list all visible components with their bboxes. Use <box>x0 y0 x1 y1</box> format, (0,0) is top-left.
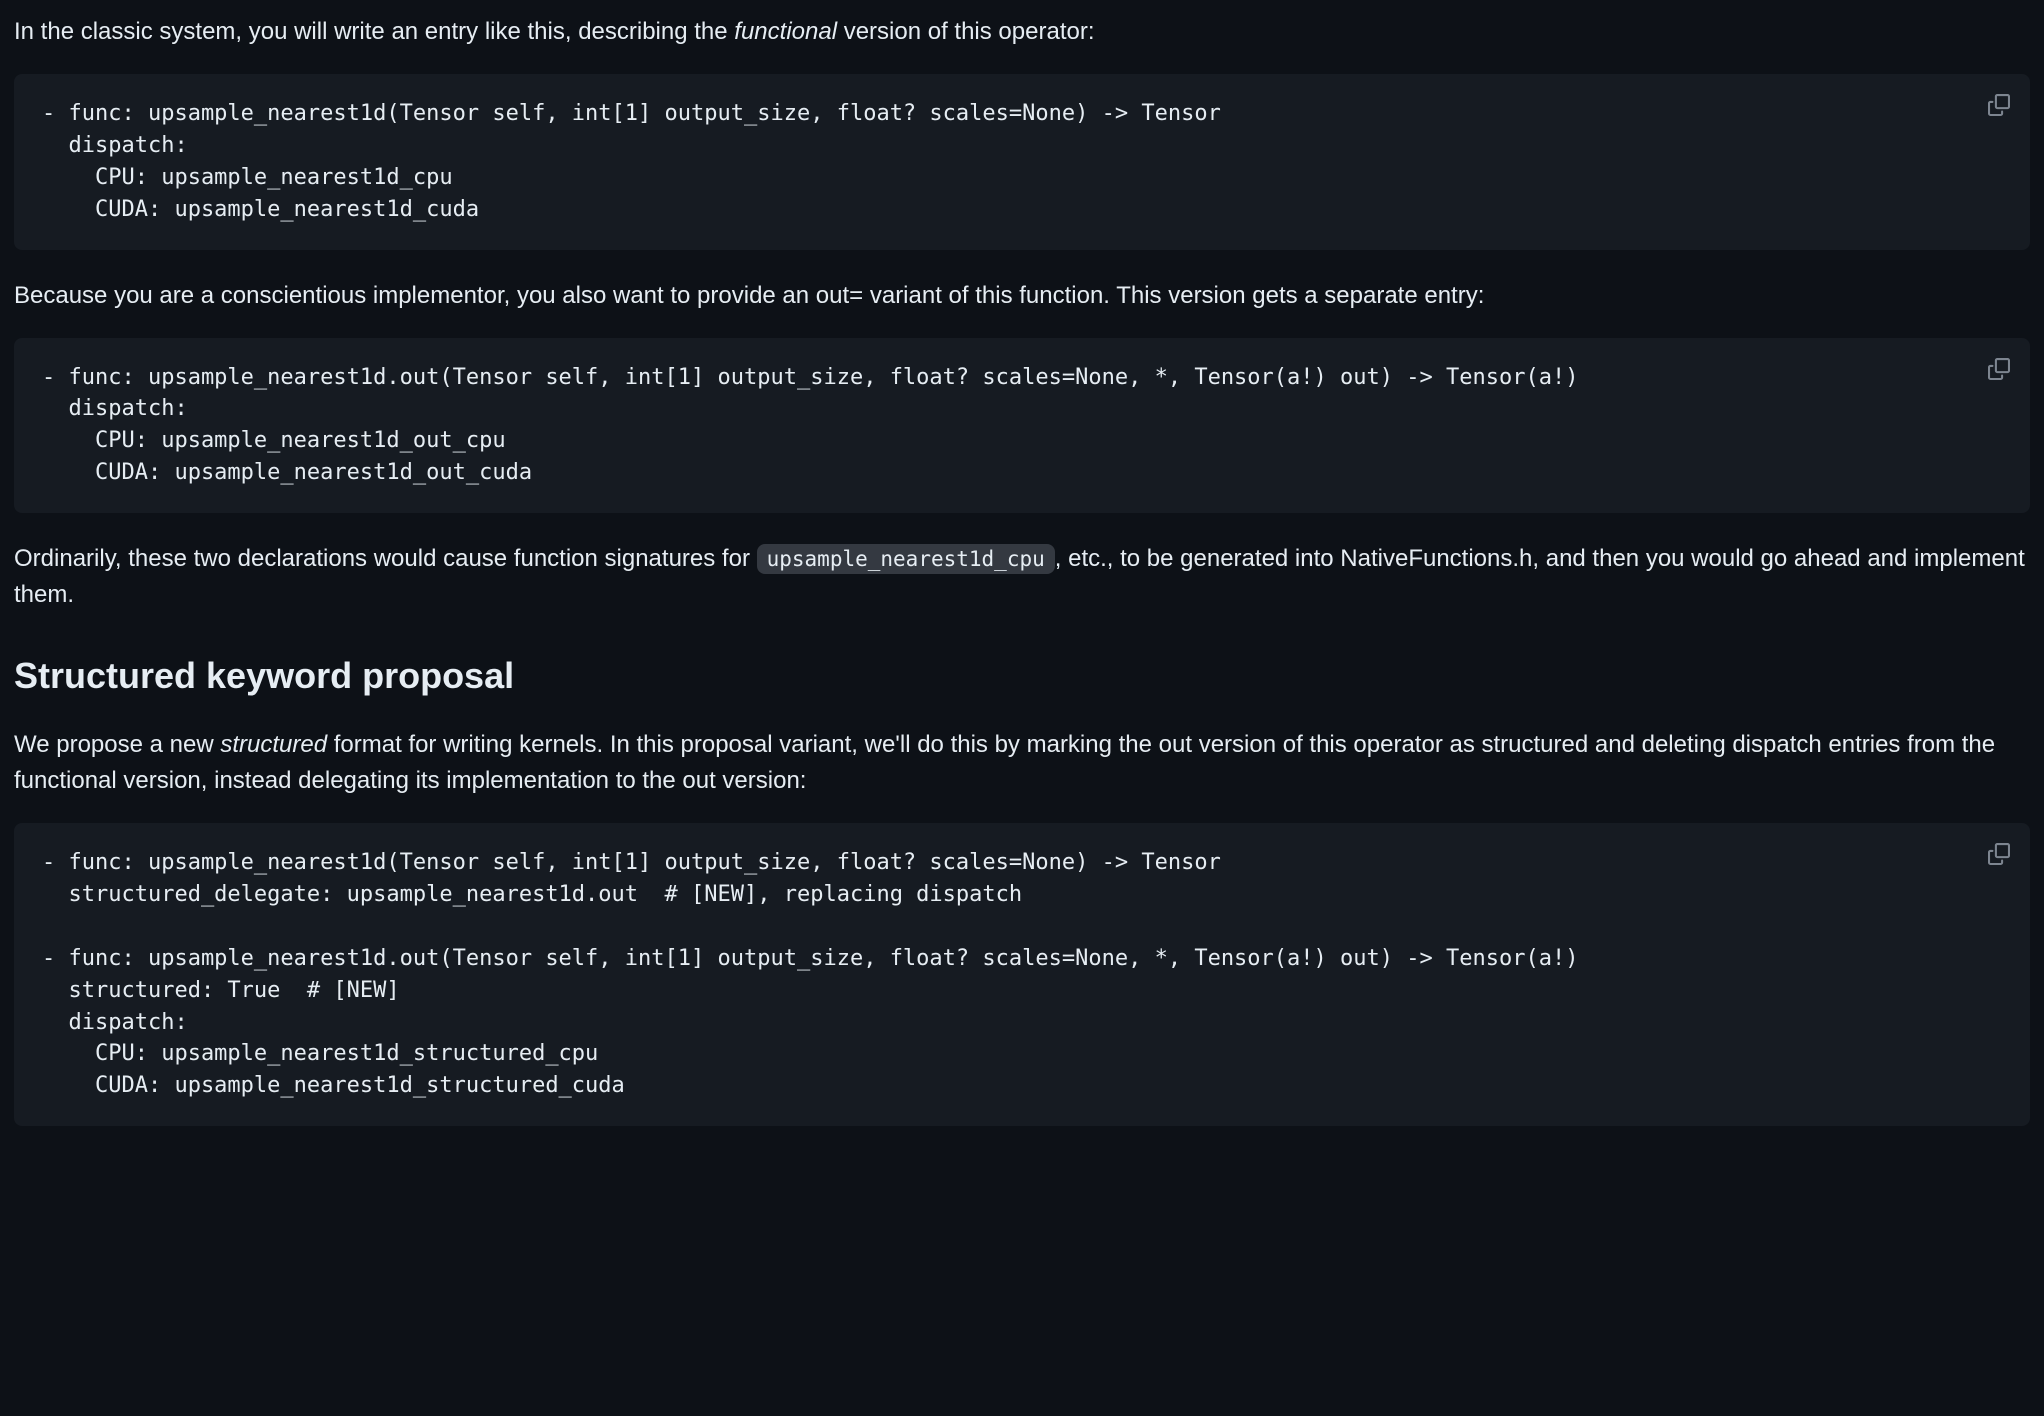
emphasis: structured <box>220 731 327 758</box>
text: version of this operator: <box>837 18 1094 45</box>
paragraph-1: In the classic system, you will write an… <box>14 14 2030 50</box>
code-block-2: - func: upsample_nearest1d.out(Tensor se… <box>14 338 2030 514</box>
inline-code: upsample_nearest1d_cpu <box>757 544 1055 574</box>
code-content: - func: upsample_nearest1d(Tensor self, … <box>42 98 2002 226</box>
code-block-3: - func: upsample_nearest1d(Tensor self, … <box>14 823 2030 1126</box>
copy-button[interactable] <box>1982 88 2016 122</box>
code-content: - func: upsample_nearest1d.out(Tensor se… <box>42 362 2002 490</box>
copy-icon <box>1988 94 2010 116</box>
paragraph-4: We propose a new structured format for w… <box>14 727 2030 799</box>
text: We propose a new <box>14 731 220 758</box>
copy-icon <box>1988 843 2010 865</box>
text: Ordinarily, these two declarations would… <box>14 545 757 572</box>
copy-icon <box>1988 358 2010 380</box>
copy-button[interactable] <box>1982 352 2016 386</box>
code-content: - func: upsample_nearest1d(Tensor self, … <box>42 847 2002 1102</box>
section-heading: Structured keyword proposal <box>14 649 2030 703</box>
text: In the classic system, you will write an… <box>14 18 734 45</box>
emphasis: functional <box>734 18 837 45</box>
paragraph-2: Because you are a conscientious implemen… <box>14 278 2030 314</box>
paragraph-3: Ordinarily, these two declarations would… <box>14 541 2030 613</box>
code-block-1: - func: upsample_nearest1d(Tensor self, … <box>14 74 2030 250</box>
copy-button[interactable] <box>1982 837 2016 871</box>
